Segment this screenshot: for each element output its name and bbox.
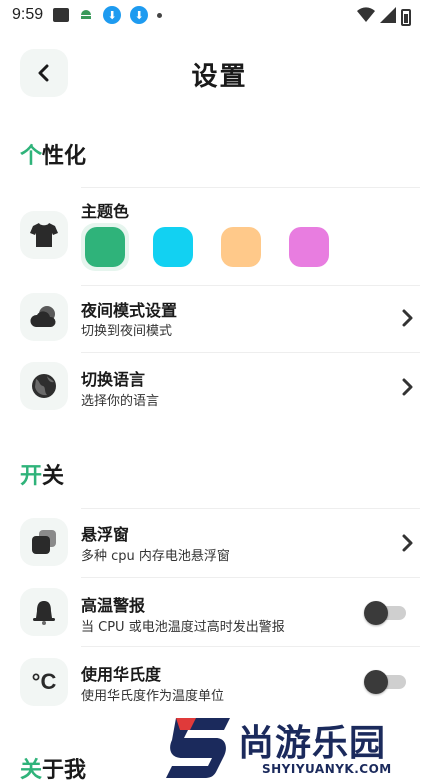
theme-swatch-orange[interactable]	[221, 227, 261, 267]
download-icon: ⬇	[130, 6, 149, 24]
temp-alert-title: 高温警报	[81, 596, 146, 615]
night-mode-subtitle: 切换到夜间模式	[81, 324, 173, 339]
watermark-logo	[166, 718, 230, 778]
float-window-subtitle: 多种 cpu 内存电池悬浮窗	[81, 549, 230, 564]
night-mode-title: 夜间模式设置	[81, 301, 178, 320]
site-watermark: 尚游乐园 SHYIYUANYK.COM	[166, 710, 439, 780]
section-title-switches: 开关	[20, 464, 65, 489]
mail-icon	[53, 8, 70, 22]
page-title: 设置	[191, 62, 248, 92]
toggle-knob	[364, 670, 388, 694]
toggle-knob	[364, 601, 388, 625]
theme-color-row: 主题色	[20, 188, 420, 286]
section-title-personalize: 个性化	[20, 144, 87, 169]
fahrenheit-toggle[interactable]	[364, 670, 406, 694]
fahrenheit-subtitle: 使用华氏度作为温度单位	[81, 689, 225, 704]
section-title-about: 关于我	[20, 758, 87, 780]
more-notifications-icon	[157, 12, 163, 18]
float-window-row[interactable]: 悬浮窗 多种 cpu 内存电池悬浮窗	[20, 509, 420, 577]
shirt-icon	[20, 211, 68, 259]
temp-alert-row: 高温警报 当 CPU 或电池温度过高时发出警报	[20, 578, 420, 646]
globe-icon	[20, 362, 68, 410]
signal-icon	[380, 7, 396, 27]
fahrenheit-title: 使用华氏度	[81, 665, 162, 684]
status-time: 9:59	[12, 6, 44, 23]
theme-swatch-pink[interactable]	[289, 227, 329, 267]
language-subtitle: 选择你的语言	[81, 394, 160, 409]
watermark-text: 尚游乐园	[238, 723, 387, 764]
status-bar: 9:59 ⬇ ⬇	[0, 0, 439, 30]
chevron-right-icon	[396, 306, 420, 330]
wifi-icon	[357, 7, 375, 27]
language-title: 切换语言	[81, 370, 146, 389]
chevron-right-icon	[396, 375, 420, 399]
watermark-url: SHYIYUANYK.COM	[262, 762, 392, 776]
bell-icon	[20, 588, 68, 636]
temp-alert-toggle[interactable]	[364, 601, 406, 625]
cloud-moon-icon	[20, 293, 68, 341]
float-window-title: 悬浮窗	[81, 525, 130, 544]
theme-swatch-cyan[interactable]	[153, 227, 193, 267]
fahrenheit-row: °C 使用华氏度 使用华氏度作为温度单位	[20, 647, 420, 715]
language-row[interactable]: 切换语言 选择你的语言	[20, 353, 420, 419]
temp-alert-subtitle: 当 CPU 或电池温度过高时发出警报	[81, 620, 285, 635]
layers-icon	[20, 518, 68, 566]
chevron-right-icon	[396, 531, 420, 555]
android-icon	[78, 5, 94, 25]
download-icon: ⬇	[103, 6, 122, 24]
theme-color-title: 主题色	[81, 202, 130, 221]
night-mode-row[interactable]: 夜间模式设置 切换到夜间模式	[20, 286, 420, 352]
battery-icon	[401, 8, 411, 26]
theme-swatch-green[interactable]	[85, 227, 125, 267]
celsius-icon: °C	[20, 658, 68, 706]
